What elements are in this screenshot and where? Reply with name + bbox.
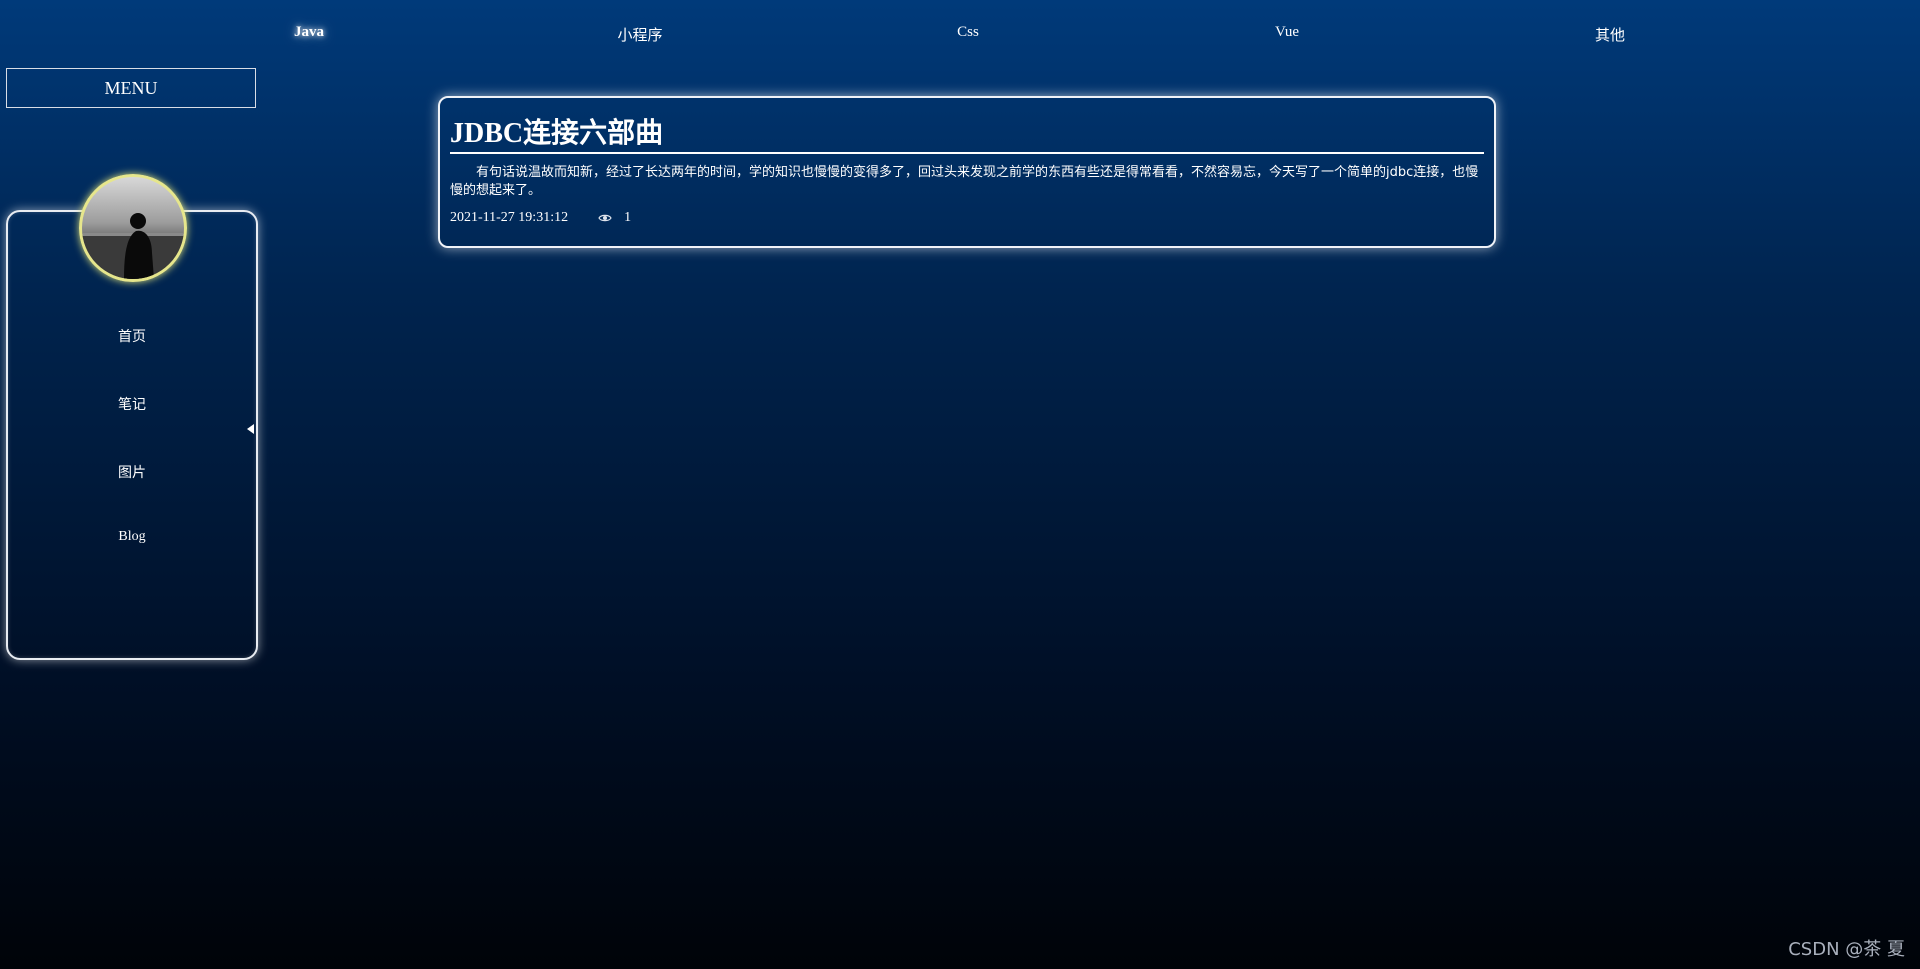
article-date: 2021-11-27 19:31:12 xyxy=(450,210,569,225)
caret-left-icon xyxy=(247,424,254,434)
nav-item-other[interactable]: 其他 xyxy=(1595,24,1625,45)
article-meta: 2021-11-27 19:31:12 1 xyxy=(450,210,1484,226)
article-card[interactable]: JDBC连接六部曲 有句话说温故而知新，经过了长达两年的时间，学的知识也慢慢的变… xyxy=(438,96,1496,248)
avatar[interactable] xyxy=(79,174,187,282)
article-view-count: 1 xyxy=(624,210,632,225)
top-navigation: Java 小程序 Css Vue 其他 xyxy=(0,0,1920,66)
eye-icon xyxy=(598,214,612,222)
article-summary: 有句话说温故而知新，经过了长达两年的时间，学的知识也慢慢的变得多了，回过头来发现… xyxy=(450,165,1479,198)
avatar-silhouette-icon xyxy=(82,213,184,279)
sidebar-item-notes[interactable]: 笔记 xyxy=(6,394,258,414)
sidebar-collapse-button[interactable] xyxy=(245,422,257,434)
sidebar-item-home[interactable]: 首页 xyxy=(6,326,258,346)
article-title[interactable]: JDBC连接六部曲 xyxy=(450,118,1484,154)
menu-button[interactable]: MENU xyxy=(6,68,256,108)
nav-item-vue[interactable]: Vue xyxy=(1275,24,1299,41)
nav-item-css[interactable]: Css xyxy=(957,24,979,41)
sidebar-item-blog[interactable]: Blog xyxy=(6,529,258,545)
watermark: CSDN @茶 夏 xyxy=(1788,939,1905,960)
menu-button-label: MENU xyxy=(104,77,158,98)
sidebar-item-pictures[interactable]: 图片 xyxy=(6,462,258,482)
nav-item-miniprogram[interactable]: 小程序 xyxy=(617,24,662,45)
nav-item-java[interactable]: Java xyxy=(294,24,324,41)
